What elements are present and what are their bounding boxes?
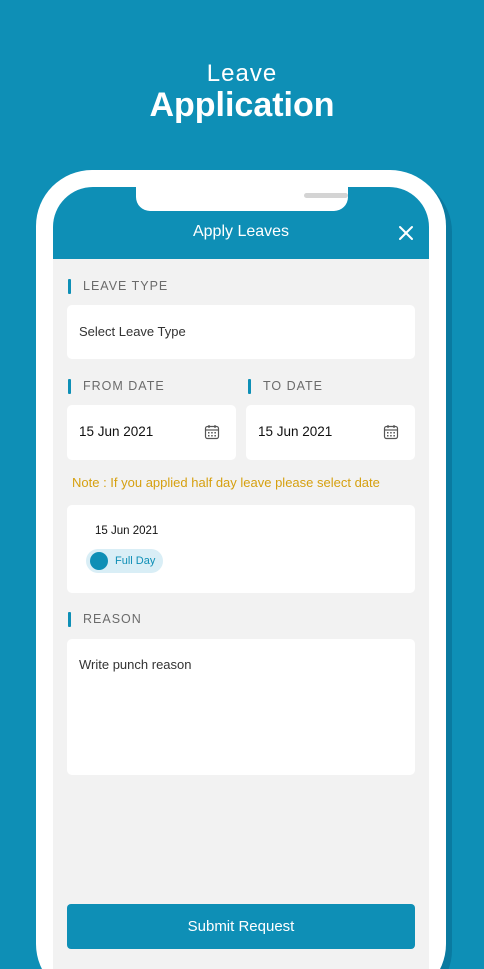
from-date-value: 15 Jun 2021 xyxy=(79,424,154,439)
leave-type-select[interactable]: Select Leave Type xyxy=(67,305,415,359)
hero-title-small: Leave xyxy=(206,60,278,87)
to-date-label: TO DATE xyxy=(248,379,323,394)
day-selection-card: 15 Jun 2021 Full Day xyxy=(67,505,415,593)
reason-label: REASON xyxy=(68,612,142,627)
app-bar: Apply Leaves xyxy=(53,187,429,259)
radio-selected-icon xyxy=(90,552,108,570)
half-day-note: Note : If you applied half day leave ple… xyxy=(72,475,380,490)
leave-type-label: LEAVE TYPE xyxy=(68,279,168,294)
reason-placeholder: Write punch reason xyxy=(79,657,192,672)
app-screen: Apply Leaves LEAVE TYPE Select Leave Typ… xyxy=(53,187,429,969)
calendar-icon xyxy=(383,425,399,440)
from-date-label: FROM DATE xyxy=(68,379,165,394)
to-date-field[interactable]: 15 Jun 2021 xyxy=(246,405,415,460)
speaker-bar xyxy=(304,193,348,198)
close-button[interactable] xyxy=(396,223,416,243)
reason-textarea[interactable]: Write punch reason xyxy=(67,639,415,775)
app-bar-title: Apply Leaves xyxy=(192,223,290,240)
full-day-label: Full Day xyxy=(115,555,156,567)
submit-request-button[interactable]: Submit Request xyxy=(67,904,415,949)
hero-title-large: Application xyxy=(149,86,335,124)
to-date-value: 15 Jun 2021 xyxy=(258,424,333,439)
close-icon xyxy=(399,226,413,240)
from-date-field[interactable]: 15 Jun 2021 xyxy=(67,405,236,460)
phone-notch xyxy=(136,187,348,211)
calendar-icon xyxy=(204,425,220,440)
full-day-toggle[interactable]: Full Day xyxy=(86,549,163,573)
leave-type-placeholder: Select Leave Type xyxy=(79,324,186,339)
day-selection-date: 15 Jun 2021 xyxy=(95,525,159,537)
